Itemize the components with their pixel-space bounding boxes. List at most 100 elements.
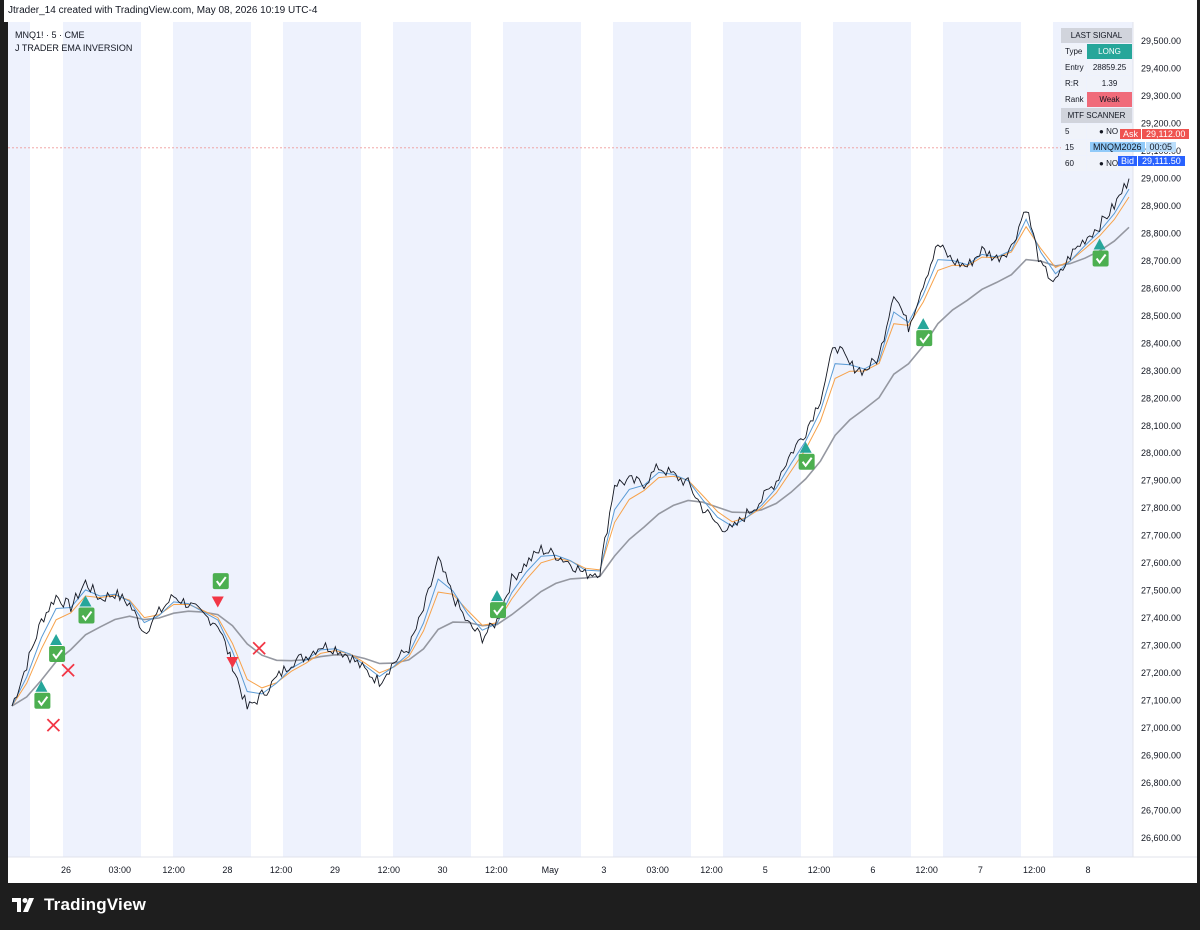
x-tick-label: 29	[330, 865, 340, 875]
y-tick-label: 27,900.00	[1141, 476, 1181, 486]
mtf-scanner-title: MTF SCANNER	[1061, 108, 1132, 123]
x-tick-label: 7	[978, 865, 983, 875]
buy-signal-icon	[35, 680, 48, 692]
snapshot-header: Jtrader_14 created with TradingView.com,…	[4, 0, 1197, 22]
check-badge-box	[212, 573, 229, 590]
scanner-tf: 60	[1061, 156, 1086, 171]
session-band	[173, 22, 251, 857]
y-tick-label: 27,400.00	[1141, 613, 1181, 623]
price-chart[interactable]: 29,500.0029,400.0029,300.0029,200.0029,1…	[8, 22, 1197, 883]
signal-key: R:R	[1061, 76, 1086, 91]
bar-countdown: 00:05	[1145, 142, 1177, 152]
brand-text: TradingView	[44, 895, 147, 914]
session-band	[833, 22, 911, 857]
x-tick-label: 5	[763, 865, 768, 875]
y-tick-label: 28,900.00	[1141, 201, 1181, 211]
y-tick-label: 28,400.00	[1141, 338, 1181, 348]
signal-row-rr: R:R 1.39	[1061, 76, 1132, 91]
session-band	[63, 22, 141, 857]
y-tick-label: 26,800.00	[1141, 778, 1181, 788]
x-tick-label: 3	[601, 865, 606, 875]
signal-key: Type	[1061, 44, 1086, 59]
x-tick-label: 12:00	[1023, 865, 1046, 875]
check-badge-icon	[916, 330, 933, 347]
y-tick-label: 28,600.00	[1141, 283, 1181, 293]
ask-price: 29,112.00	[1142, 129, 1190, 139]
signal-key: Rank	[1061, 92, 1086, 107]
tradingview-snapshot: Jtrader_14 created with TradingView.com,…	[4, 0, 1197, 930]
scanner-tf: 5	[1061, 124, 1086, 139]
y-tick-label: 27,700.00	[1141, 531, 1181, 541]
last-signal-title: LAST SIGNAL	[1061, 28, 1132, 43]
bid-label: Bid	[1118, 156, 1138, 166]
signal-entry-value: 28859.25	[1087, 60, 1132, 75]
x-tick-label: 12:00	[270, 865, 293, 875]
x-tick-label: 12:00	[808, 865, 831, 875]
buy-signal-icon	[491, 590, 504, 602]
session-band	[943, 22, 1021, 857]
check-badge-icon	[798, 453, 815, 470]
check-badge-icon	[490, 602, 507, 619]
bid-price-tag[interactable]: Bid 29,111.50	[1118, 155, 1185, 167]
check-badge-box	[916, 330, 933, 347]
footer-bar: TradingView	[4, 883, 1197, 930]
session-band	[283, 22, 361, 857]
x-tick-label: 28	[222, 865, 232, 875]
check-badge-box	[1092, 250, 1109, 267]
y-tick-label: 26,900.00	[1141, 750, 1181, 760]
y-tick-label: 28,700.00	[1141, 256, 1181, 266]
buy-signal-icon	[917, 318, 930, 330]
y-tick-label: 27,300.00	[1141, 641, 1181, 651]
session-band	[8, 22, 30, 857]
session-band	[613, 22, 691, 857]
x-tick-label: 12:00	[162, 865, 185, 875]
check-badge-box	[78, 607, 95, 624]
y-tick-label: 28,200.00	[1141, 393, 1181, 403]
check-badge-box	[490, 602, 507, 619]
x-tick-label: May	[542, 865, 560, 875]
y-tick-label: 29,500.00	[1141, 36, 1181, 46]
contract-label: MNQM2026	[1090, 142, 1145, 152]
y-tick-label: 29,300.00	[1141, 91, 1181, 101]
ask-price-tag[interactable]: Ask 29,112.00	[1120, 128, 1190, 140]
y-tick-label: 28,300.00	[1141, 366, 1181, 376]
y-tick-label: 26,600.00	[1141, 833, 1181, 843]
check-badge-box	[34, 692, 51, 709]
x-tick-label: 12:00	[485, 865, 508, 875]
chart-area[interactable]: 29,500.0029,400.0029,300.0029,200.0029,1…	[8, 22, 1197, 883]
buy-signal-icon	[50, 634, 63, 646]
check-badge-icon	[1092, 250, 1109, 267]
signal-rr-value: 1.39	[1087, 76, 1132, 91]
y-tick-label: 28,000.00	[1141, 448, 1181, 458]
x-tick-label: 03:00	[109, 865, 132, 875]
check-badge-box	[798, 453, 815, 470]
signal-row-type: Type LONG	[1061, 44, 1132, 59]
signal-row-rank: Rank Weak	[1061, 92, 1132, 107]
x-tick-label: 03:00	[646, 865, 669, 875]
x-tick-label: 8	[1085, 865, 1090, 875]
bid-price: 29,111.50	[1138, 156, 1185, 166]
y-tick-label: 27,600.00	[1141, 558, 1181, 568]
signal-row-entry: Entry 28859.25	[1061, 60, 1132, 75]
scanner-status: NO	[1106, 159, 1119, 168]
signal-rank-value: Weak	[1087, 92, 1132, 107]
created-by-text: Jtrader_14 created with TradingView.com,…	[8, 5, 318, 16]
check-badge-icon	[78, 607, 95, 624]
check-badge-icon	[34, 692, 51, 709]
scanner-status: NO	[1106, 127, 1119, 136]
tradingview-logo[interactable]: TradingView	[12, 895, 146, 915]
x-tick-label: 12:00	[915, 865, 938, 875]
tradingview-logo-icon	[12, 898, 34, 912]
y-tick-label: 27,000.00	[1141, 723, 1181, 733]
x-tick-label: 30	[438, 865, 448, 875]
indicator-legend[interactable]: J TRADER EMA INVERSION	[15, 43, 132, 53]
check-badge-icon	[49, 646, 66, 663]
last-price-tag[interactable]: MNQM2026 00:05	[1090, 141, 1177, 153]
symbol-legend[interactable]: MNQ1! · 5 · CME	[15, 30, 85, 40]
session-band	[393, 22, 471, 857]
x-tick-label: 12:00	[377, 865, 400, 875]
y-tick-label: 26,700.00	[1141, 805, 1181, 815]
y-tick-label: 29,000.00	[1141, 174, 1181, 184]
y-tick-label: 28,500.00	[1141, 311, 1181, 321]
session-band	[723, 22, 801, 857]
